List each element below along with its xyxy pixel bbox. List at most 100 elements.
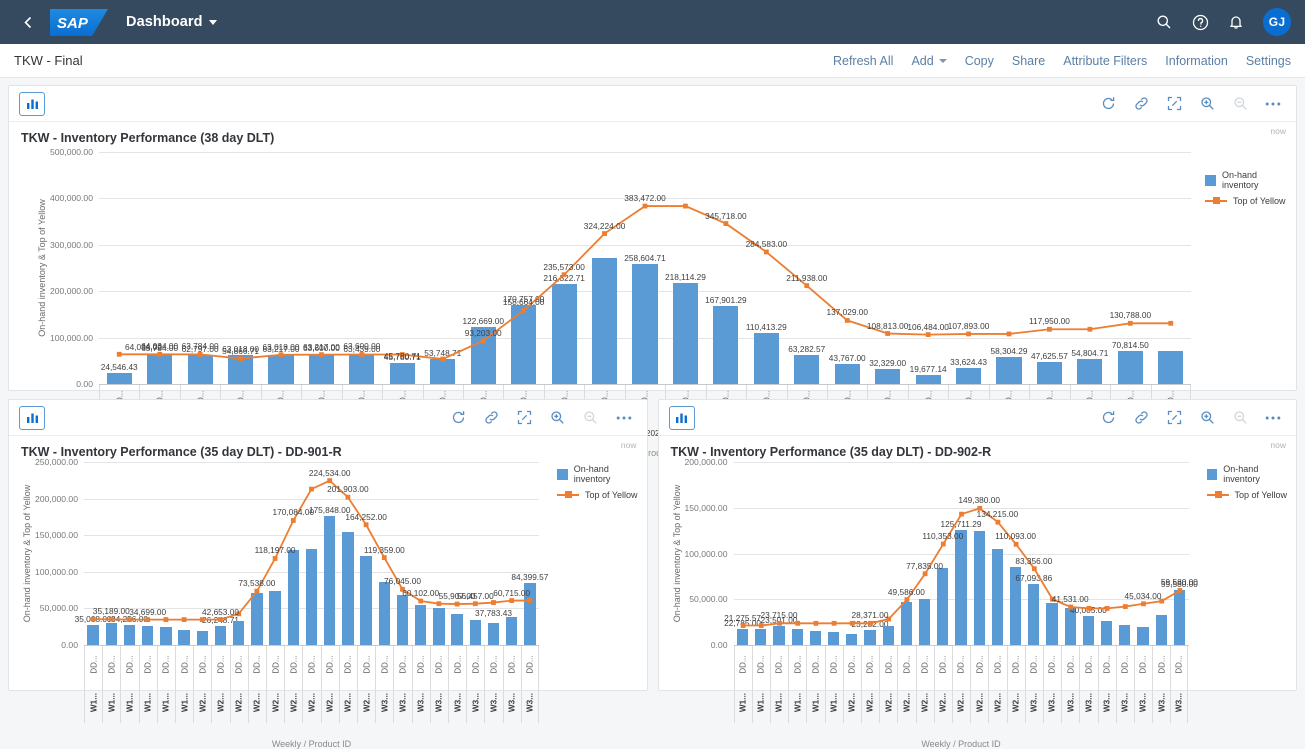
zoom-in-icon[interactable] xyxy=(1194,406,1220,430)
week-label: W3... xyxy=(398,692,408,713)
sub-action-label: Copy xyxy=(964,53,994,68)
refresh-icon[interactable] xyxy=(1095,406,1121,430)
line-value-label: 73,538.00 xyxy=(238,578,276,589)
x-axis-cell: DD... W3... xyxy=(520,646,539,723)
sap-logo[interactable]: SAP xyxy=(50,8,108,36)
help-icon[interactable] xyxy=(1183,5,1217,39)
chart-card-dd902: TKW - Inventory Performance (35 day DLT)… xyxy=(657,399,1297,749)
chart-card-dd901: TKW - Inventory Performance (35 day DLT)… xyxy=(8,399,648,749)
line-value-label: 59,580.00 xyxy=(1160,577,1198,588)
link-icon[interactable] xyxy=(1128,92,1154,116)
sub-action-label: Share xyxy=(1011,53,1046,68)
x-axis-cell: DD... W2... xyxy=(320,646,339,723)
sub-action-copy[interactable]: Copy xyxy=(965,54,994,68)
search-icon[interactable] xyxy=(1147,5,1181,39)
week-label: W3... xyxy=(1174,692,1184,713)
link-icon[interactable] xyxy=(479,406,505,430)
legend-item-bar[interactable]: On-hand inventory xyxy=(557,464,647,484)
legend-item-line[interactable]: Top of Yellow xyxy=(1205,196,1296,206)
bell-icon[interactable] xyxy=(1219,5,1253,39)
legend-label-line: Top of Yellow xyxy=(1234,490,1288,500)
x-axis-cell: DD... W2... xyxy=(193,646,211,723)
line-value-label: 158,664.00 xyxy=(502,297,545,308)
x-axis-cell: DD... W1... xyxy=(824,646,843,723)
week-label: W1... xyxy=(161,692,171,713)
bar-chart-icon[interactable] xyxy=(668,405,695,430)
chevron-down-icon xyxy=(938,58,947,63)
refresh-icon[interactable] xyxy=(446,406,472,430)
line-value-label: 54,866.71 xyxy=(222,345,260,356)
overflow-menu-icon[interactable] xyxy=(1260,406,1286,430)
x-axis-cell: DD... W3... xyxy=(393,646,411,723)
line-value-label: 224,534.00 xyxy=(308,467,351,478)
sap-logo-text: SAP xyxy=(57,15,89,32)
x-axis-title: Weekly / Product ID xyxy=(921,739,1001,749)
refresh-icon[interactable] xyxy=(1095,92,1121,116)
sub-action-add[interactable]: Add xyxy=(911,53,947,68)
shell-title[interactable]: Dashboard xyxy=(126,14,217,30)
x-axis-cell: DD... W1... xyxy=(102,646,120,723)
line-value-label: 110,093.00 xyxy=(995,531,1037,542)
x-axis-cell: DD... W2... xyxy=(302,646,320,723)
chart-card-main: TKW - Inventory Performance (38 day DLT)… xyxy=(8,85,1297,458)
zoom-out-icon[interactable] xyxy=(1227,92,1253,116)
week-label: W1... xyxy=(774,692,784,713)
line-value-label: 63,217.00 xyxy=(302,341,340,352)
week-label: W3... xyxy=(416,692,426,713)
week-label: W3... xyxy=(1120,692,1130,713)
legend-label-line: Top of Yellow xyxy=(585,490,638,500)
legend-item-bar[interactable]: On-hand inventory xyxy=(1206,464,1297,484)
fullscreen-icon[interactable] xyxy=(1161,406,1187,430)
line-value-label: 324,224.00 xyxy=(583,220,626,231)
x-axis-cell: DD... W1... xyxy=(84,646,102,723)
sub-action-share[interactable]: Share xyxy=(1012,54,1045,68)
x-axis-cell: DD... W3... xyxy=(1133,646,1152,723)
timestamp-dd901: now xyxy=(620,440,637,450)
plot-area: 0.00 50,000.00 100,000.00 150,000.00 200,000… xyxy=(35,457,548,650)
sub-action-settings[interactable]: Settings xyxy=(1246,54,1291,68)
bar-chart-icon[interactable] xyxy=(19,405,45,430)
week-label: W2... xyxy=(198,692,208,713)
line-value-label: 63,018.00 xyxy=(262,341,300,352)
chart-dd901: 0.00 50,000.00 100,000.00 150,000.00 200,000… xyxy=(9,452,647,749)
zoom-in-icon[interactable] xyxy=(1194,92,1220,116)
fullscreen-icon[interactable] xyxy=(1161,92,1187,116)
y-axis-title: On-hand inventory & Top of Yellow xyxy=(22,484,32,623)
week-label: W2... xyxy=(271,692,281,713)
line-value-label: 110,353.00 xyxy=(922,531,964,542)
fullscreen-icon[interactable] xyxy=(512,406,538,430)
week-label: W3... xyxy=(1084,692,1094,713)
y-axis-tick: 200,000.00 xyxy=(34,493,78,504)
overflow-menu-icon[interactable] xyxy=(1260,92,1286,116)
x-axis-cell: DD... W2... xyxy=(879,646,897,723)
bar-chart-icon[interactable] xyxy=(19,91,45,116)
week-label: W2... xyxy=(938,692,948,713)
sub-header-actions: Refresh All Add Copy Share Attribute Filters… xyxy=(833,54,1291,68)
sub-action-refresh-all[interactable]: Refresh All xyxy=(833,54,893,68)
x-axis-cell: DD... W3... xyxy=(1079,646,1097,723)
sub-header: TKW - Final Refresh All Add Copy Share Attri… xyxy=(0,44,1305,78)
zoom-out-icon[interactable] xyxy=(578,406,604,430)
x-axis-categories: DD... W1... DD... W1... DD... W1... DD... W1...… xyxy=(733,645,1189,723)
week-label: W2... xyxy=(289,692,299,713)
link-icon[interactable] xyxy=(1128,406,1154,430)
avatar[interactable]: GJ xyxy=(1263,8,1291,36)
sub-action-information[interactable]: Information xyxy=(1165,54,1228,68)
chart-legend: On-hand inventory Top of Yellow xyxy=(557,464,647,506)
week-label: W3... xyxy=(1157,692,1167,713)
overflow-menu-icon[interactable] xyxy=(611,406,637,430)
sub-action-attribute-filters[interactable]: Attribute Filters xyxy=(1063,54,1147,68)
week-label: W2... xyxy=(1011,692,1021,713)
sub-action-label: Add xyxy=(911,53,934,68)
zoom-out-icon[interactable] xyxy=(1227,406,1253,430)
back-icon[interactable] xyxy=(14,8,42,36)
legend-item-line[interactable]: Top of Yellow xyxy=(557,490,647,500)
legend-item-line[interactable]: Top of Yellow xyxy=(1206,490,1297,500)
x-axis-cell: DD... W2... xyxy=(988,646,1006,723)
legend-item-bar[interactable]: On-hand inventory xyxy=(1205,170,1296,190)
zoom-in-icon[interactable] xyxy=(545,406,571,430)
y-axis-tick: 200,000.00 xyxy=(684,457,728,467)
line-value-label: 284,583.00 xyxy=(745,238,788,249)
week-label: W1... xyxy=(180,692,190,713)
x-axis-cell: DD... W3... xyxy=(411,646,430,723)
